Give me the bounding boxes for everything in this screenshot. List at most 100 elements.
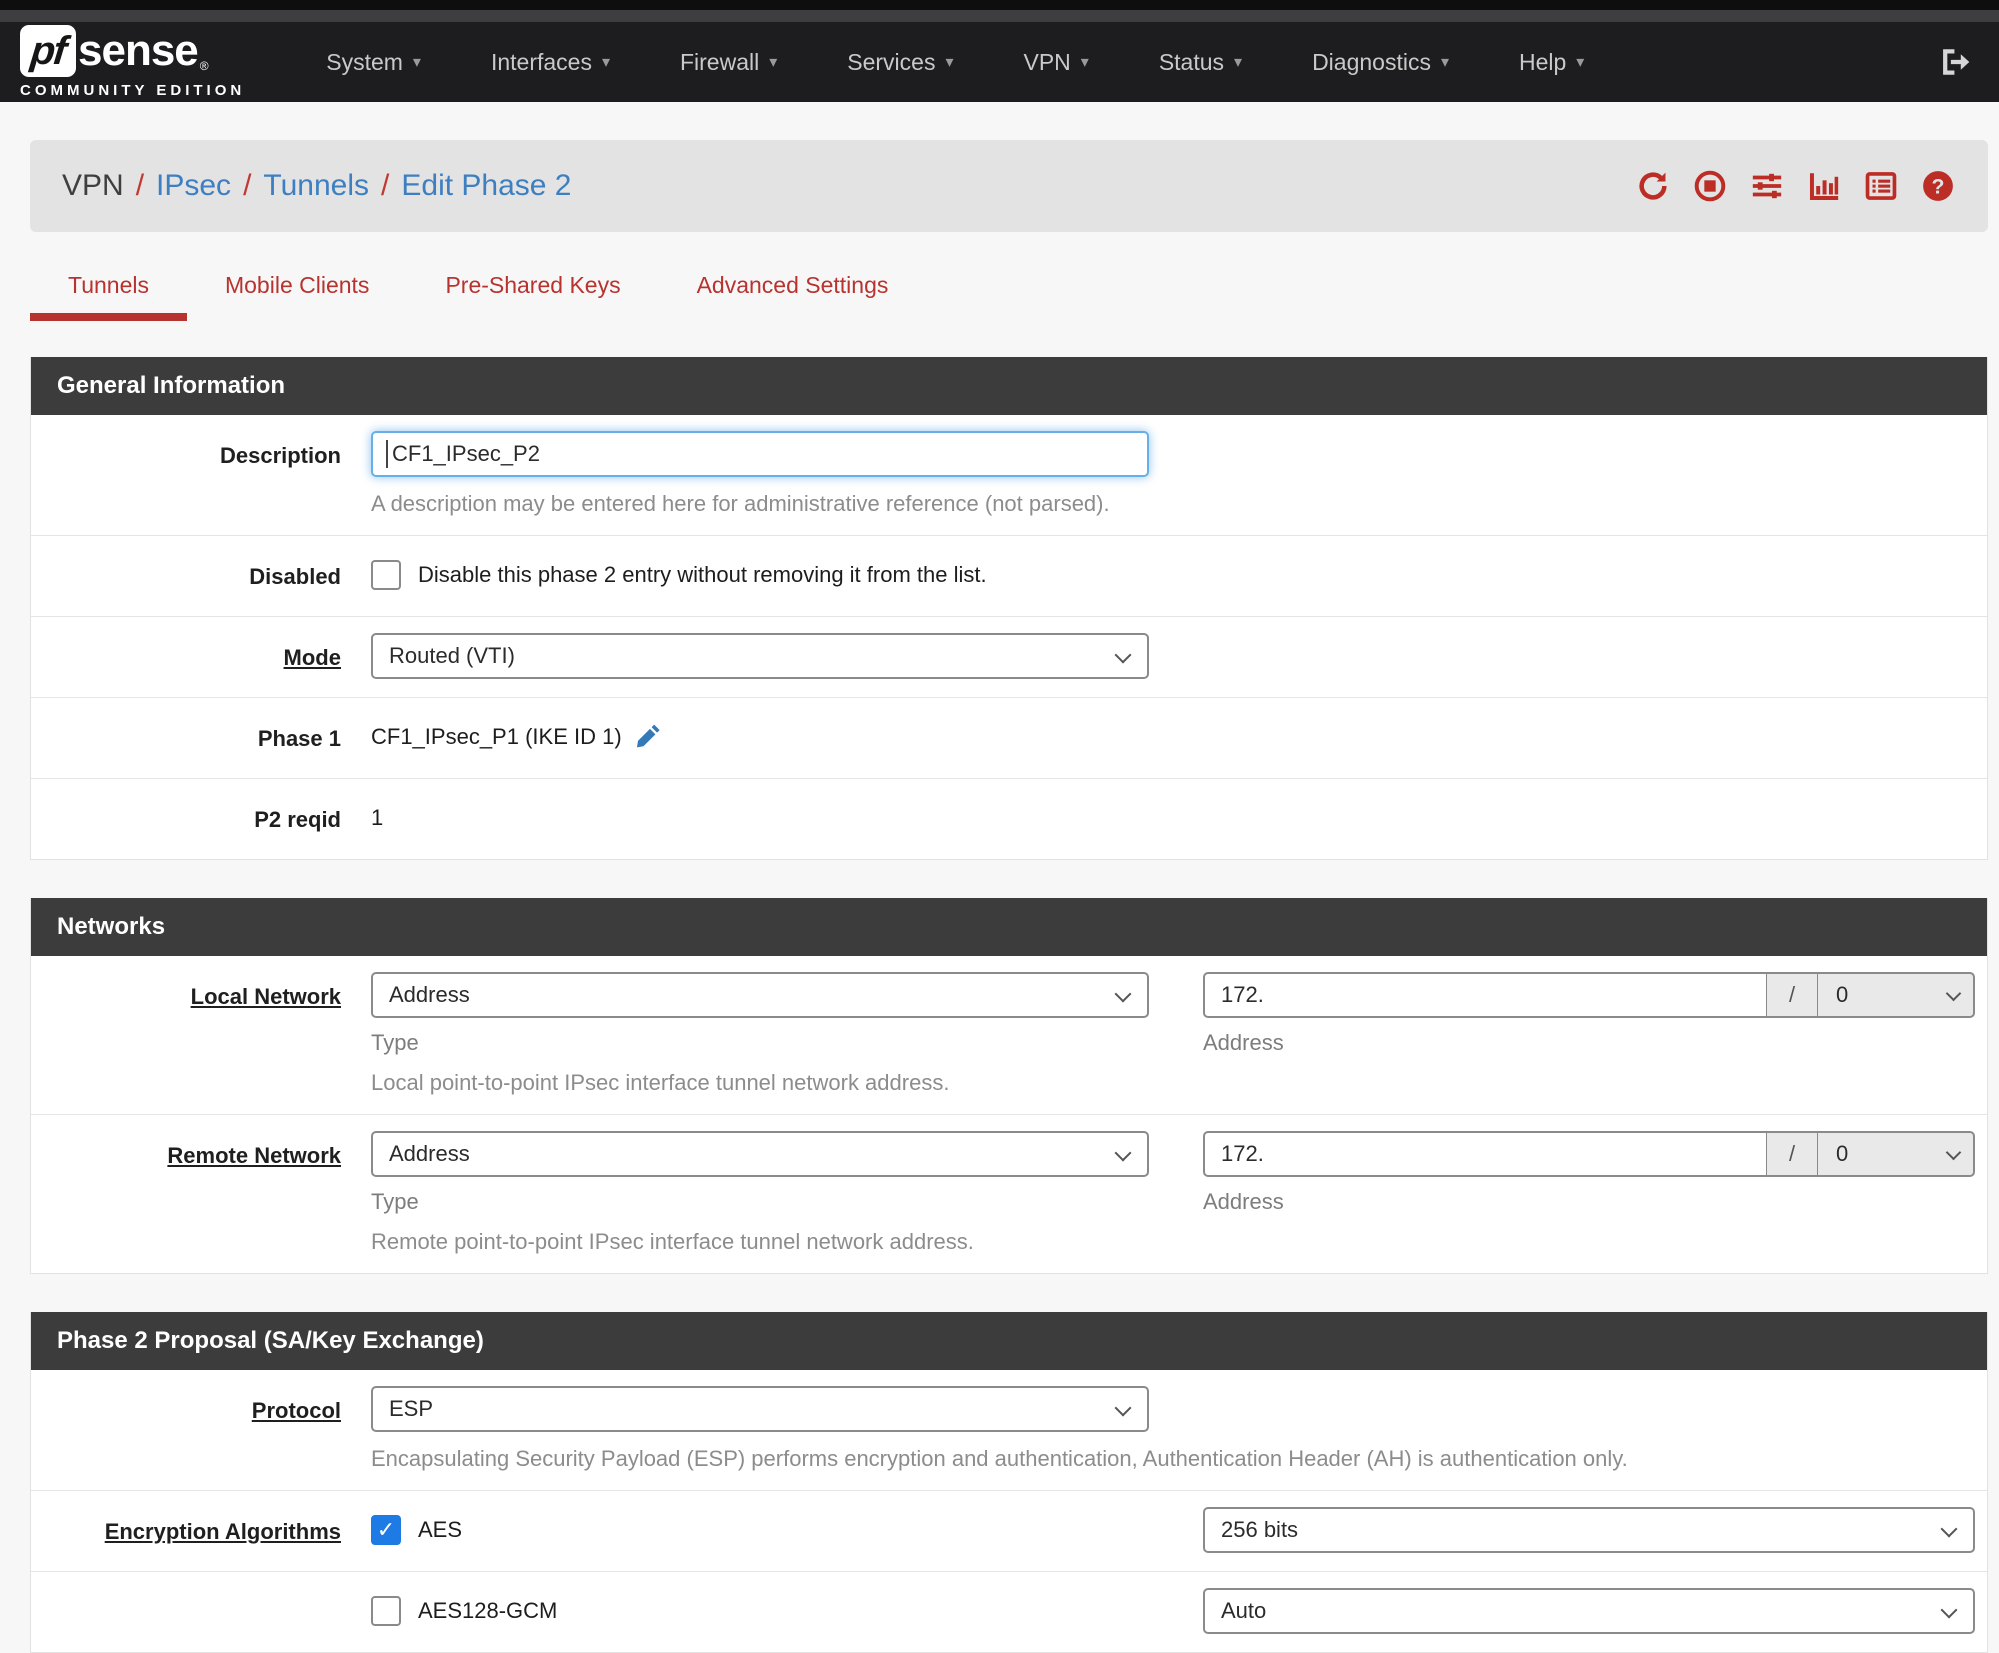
remote-network-address-input[interactable] [1203, 1131, 1767, 1177]
row-local-network: Local Network Address Type / 0 [31, 956, 1987, 1115]
section-title: Phase 2 Proposal (SA/Key Exchange) [31, 1312, 1987, 1370]
description-help: A description may be entered here for ad… [371, 491, 1110, 516]
tab-mobile-clients[interactable]: Mobile Clients [187, 260, 407, 321]
nav-item-status[interactable]: Status ▾ [1124, 22, 1277, 102]
encryption-algorithms-label: Encryption Algorithms [104, 1519, 341, 1544]
p2reqid-label: P2 reqid [254, 807, 341, 832]
log-list-icon[interactable] [1861, 168, 1901, 204]
section-phase2-proposal: Phase 2 Proposal (SA/Key Exchange) Proto… [30, 1312, 1988, 1653]
breadcrumb-ipsec[interactable]: IPsec [156, 169, 231, 203]
row-description: Description A description may be entered… [31, 415, 1987, 536]
chevron-down-icon: ▾ [1440, 54, 1449, 71]
protocol-label: Protocol [251, 1398, 341, 1423]
row-encryption-aes128gcm: ✓ AES128-GCM Auto [31, 1572, 1987, 1652]
slash-separator: / [1767, 1131, 1817, 1177]
nav-item-system[interactable]: System ▾ [291, 22, 456, 102]
row-phase1: Phase 1 CF1_IPsec_P1 (IKE ID 1) [31, 698, 1987, 779]
description-label: Description [219, 443, 341, 468]
chevron-down-icon: ▾ [601, 54, 610, 71]
nav-menu: System ▾ Interfaces ▾ Firewall ▾ Services ▾ … [291, 22, 1935, 102]
nav-item-vpn[interactable]: VPN ▾ [988, 22, 1123, 102]
pf-logo-text: pf [28, 28, 68, 73]
remote-network-help: Remote point-to-point IPsec interface tu… [371, 1229, 974, 1254]
chevron-down-icon [1114, 985, 1132, 1003]
disabled-checkbox[interactable]: ✓ [371, 560, 401, 590]
chevron-down-icon [1940, 1520, 1958, 1538]
row-encryption-aes: Encryption Algorithms ✓ AES 256 bits [31, 1491, 1987, 1572]
pfsense-logo[interactable]: pf sense ® COMMUNITY EDITION [20, 25, 245, 99]
community-edition-label: COMMUNITY EDITION [20, 82, 246, 99]
disabled-checkbox-label: Disable this phase 2 entry without remov… [418, 562, 987, 587]
local-address-caption: Address [1203, 1030, 1284, 1055]
chevron-down-icon: ▾ [1234, 54, 1243, 71]
local-network-address-input[interactable] [1203, 972, 1767, 1018]
aes-checkbox-label: AES [418, 1517, 463, 1542]
window-chrome-strip [0, 0, 1999, 10]
description-input[interactable] [371, 431, 1149, 477]
page-toolbar-icons: ? [1633, 168, 1958, 204]
chevron-down-icon [1940, 1601, 1958, 1619]
window-chrome-strip2 [0, 10, 1999, 22]
chevron-down-icon: ▾ [945, 54, 954, 71]
aes128gcm-checkbox-label: AES128-GCM [418, 1598, 558, 1623]
breadcrumb-bar: VPN / IPsec / Tunnels / Edit Phase 2 ? [30, 140, 1988, 232]
local-type-caption: Type [371, 1030, 419, 1055]
breadcrumb-separator: / [381, 169, 390, 202]
aes128gcm-checkbox[interactable]: ✓ [371, 1596, 401, 1626]
row-p2reqid: P2 reqid 1 [31, 779, 1987, 859]
section-networks: Networks Local Network Address Type / [30, 898, 1988, 1274]
row-remote-network: Remote Network Address Type / 0 [31, 1115, 1987, 1273]
protocol-select[interactable]: ESP [371, 1386, 1149, 1432]
remote-type-caption: Type [371, 1189, 419, 1214]
breadcrumb-separator: / [135, 169, 145, 202]
protocol-help: Encapsulating Security Payload (ESP) per… [371, 1446, 1628, 1471]
disabled-label: Disabled [249, 564, 341, 589]
breadcrumb-edit-phase2[interactable]: Edit Phase 2 [401, 169, 571, 203]
chevron-down-icon: ▾ [1080, 54, 1089, 71]
help-icon[interactable]: ? [1918, 168, 1958, 204]
remote-network-prefix-select[interactable]: 0 [1817, 1131, 1975, 1177]
remote-network-type-select[interactable]: Address [371, 1131, 1149, 1177]
pencil-icon[interactable] [634, 723, 662, 751]
stop-circle-icon[interactable] [1690, 168, 1730, 204]
section-title: Networks [31, 898, 1987, 956]
tab-tunnels[interactable]: Tunnels [30, 260, 187, 321]
aes-checkbox[interactable]: ✓ [371, 1515, 401, 1545]
local-network-type-select[interactable]: Address [371, 972, 1149, 1018]
chevron-down-icon: ▾ [412, 54, 421, 71]
tab-pre-shared-keys[interactable]: Pre-Shared Keys [407, 260, 658, 321]
sign-out-icon[interactable] [1935, 45, 1971, 79]
text-cursor [386, 440, 388, 468]
section-title: General Information [31, 357, 1987, 415]
check-icon: ✓ [376, 1517, 396, 1542]
slash-separator: / [1767, 972, 1817, 1018]
row-mode: Mode Routed (VTI) [31, 617, 1987, 698]
encryption-spacer-label [31, 1572, 371, 1652]
top-navbar: pf sense ® COMMUNITY EDITION System ▾ Int… [0, 22, 1999, 102]
section-general-information: General Information Description A descri… [30, 357, 1988, 860]
mode-label: Mode [283, 645, 341, 670]
sense-logo-text: sense [78, 26, 199, 75]
bar-chart-icon[interactable] [1804, 168, 1844, 204]
nav-item-diagnostics[interactable]: Diagnostics ▾ [1277, 22, 1484, 102]
mode-select[interactable]: Routed (VTI) [371, 633, 1149, 679]
chevron-down-icon: ▾ [1576, 54, 1585, 71]
nav-item-services[interactable]: Services ▾ [812, 22, 988, 102]
chevron-down-icon [1114, 1144, 1132, 1162]
nav-item-help[interactable]: Help ▾ [1484, 22, 1619, 102]
chevron-down-icon [1945, 1144, 1962, 1161]
local-network-label: Local Network [190, 984, 341, 1009]
aes-keylen-select[interactable]: 256 bits [1203, 1507, 1975, 1553]
remote-address-caption: Address [1203, 1189, 1284, 1214]
svg-text:?: ? [1932, 175, 1945, 199]
nav-item-firewall[interactable]: Firewall ▾ [645, 22, 812, 102]
sliders-icon[interactable] [1747, 168, 1787, 204]
tab-advanced-settings[interactable]: Advanced Settings [659, 260, 927, 321]
aes128gcm-keylen-select[interactable]: Auto [1203, 1588, 1975, 1634]
registered-mark: ® [199, 59, 209, 73]
refresh-icon[interactable] [1633, 168, 1673, 204]
row-disabled: Disabled ✓ Disable this phase 2 entry wi… [31, 536, 1987, 617]
breadcrumb-tunnels[interactable]: Tunnels [263, 169, 369, 203]
nav-item-interfaces[interactable]: Interfaces ▾ [456, 22, 645, 102]
local-network-prefix-select[interactable]: 0 [1817, 972, 1975, 1018]
